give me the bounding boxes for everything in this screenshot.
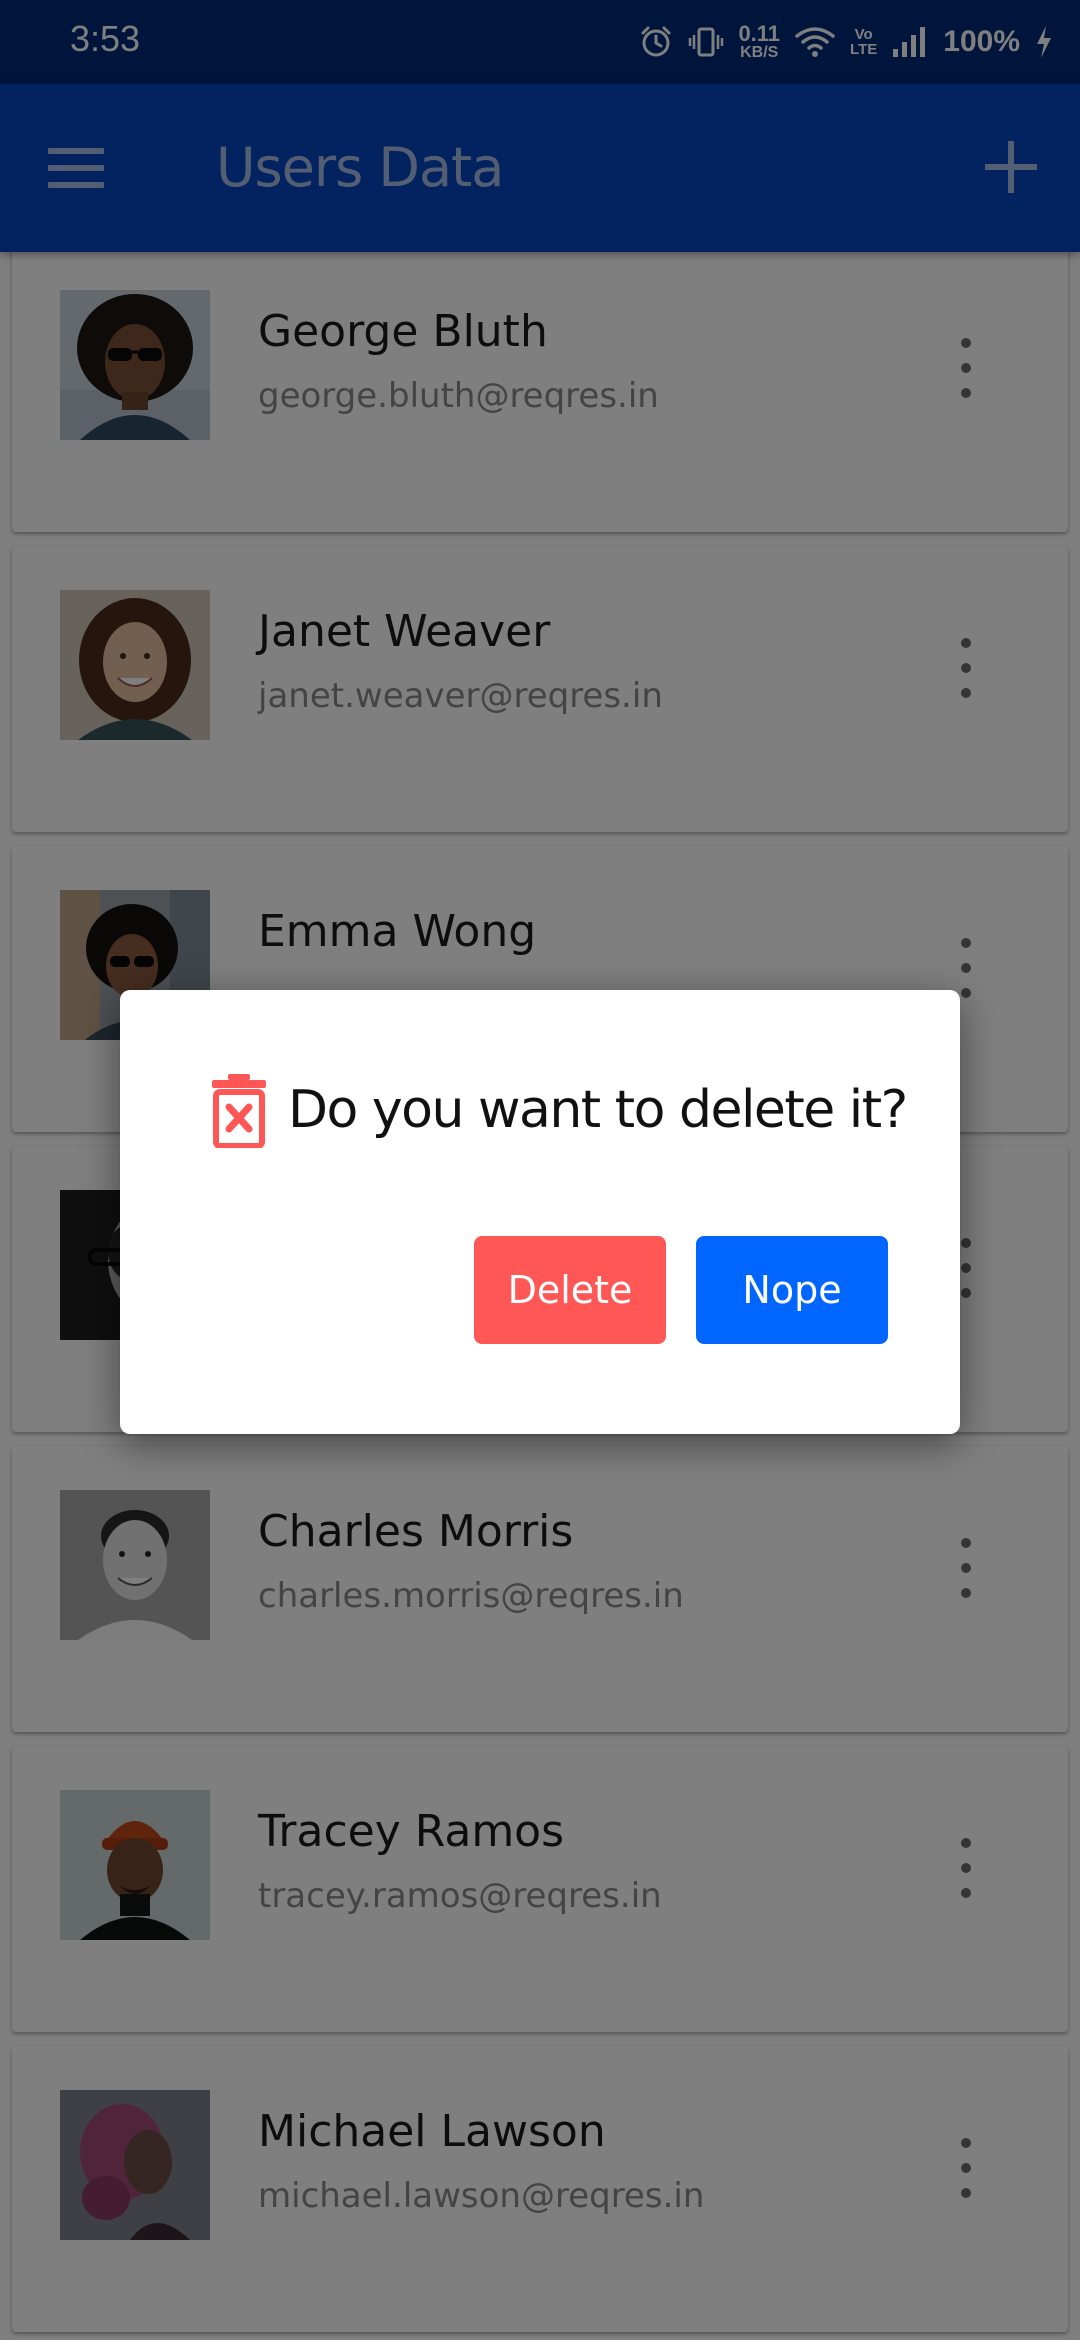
nope-button[interactable]: Nope (696, 1236, 888, 1344)
trash-x-icon (210, 1072, 268, 1149)
delete-button[interactable]: Delete (474, 1236, 666, 1344)
delete-confirm-dialog: Do you want to delete it? Delete Nope (120, 990, 960, 1434)
dialog-title: Do you want to delete it? (288, 1080, 908, 1140)
